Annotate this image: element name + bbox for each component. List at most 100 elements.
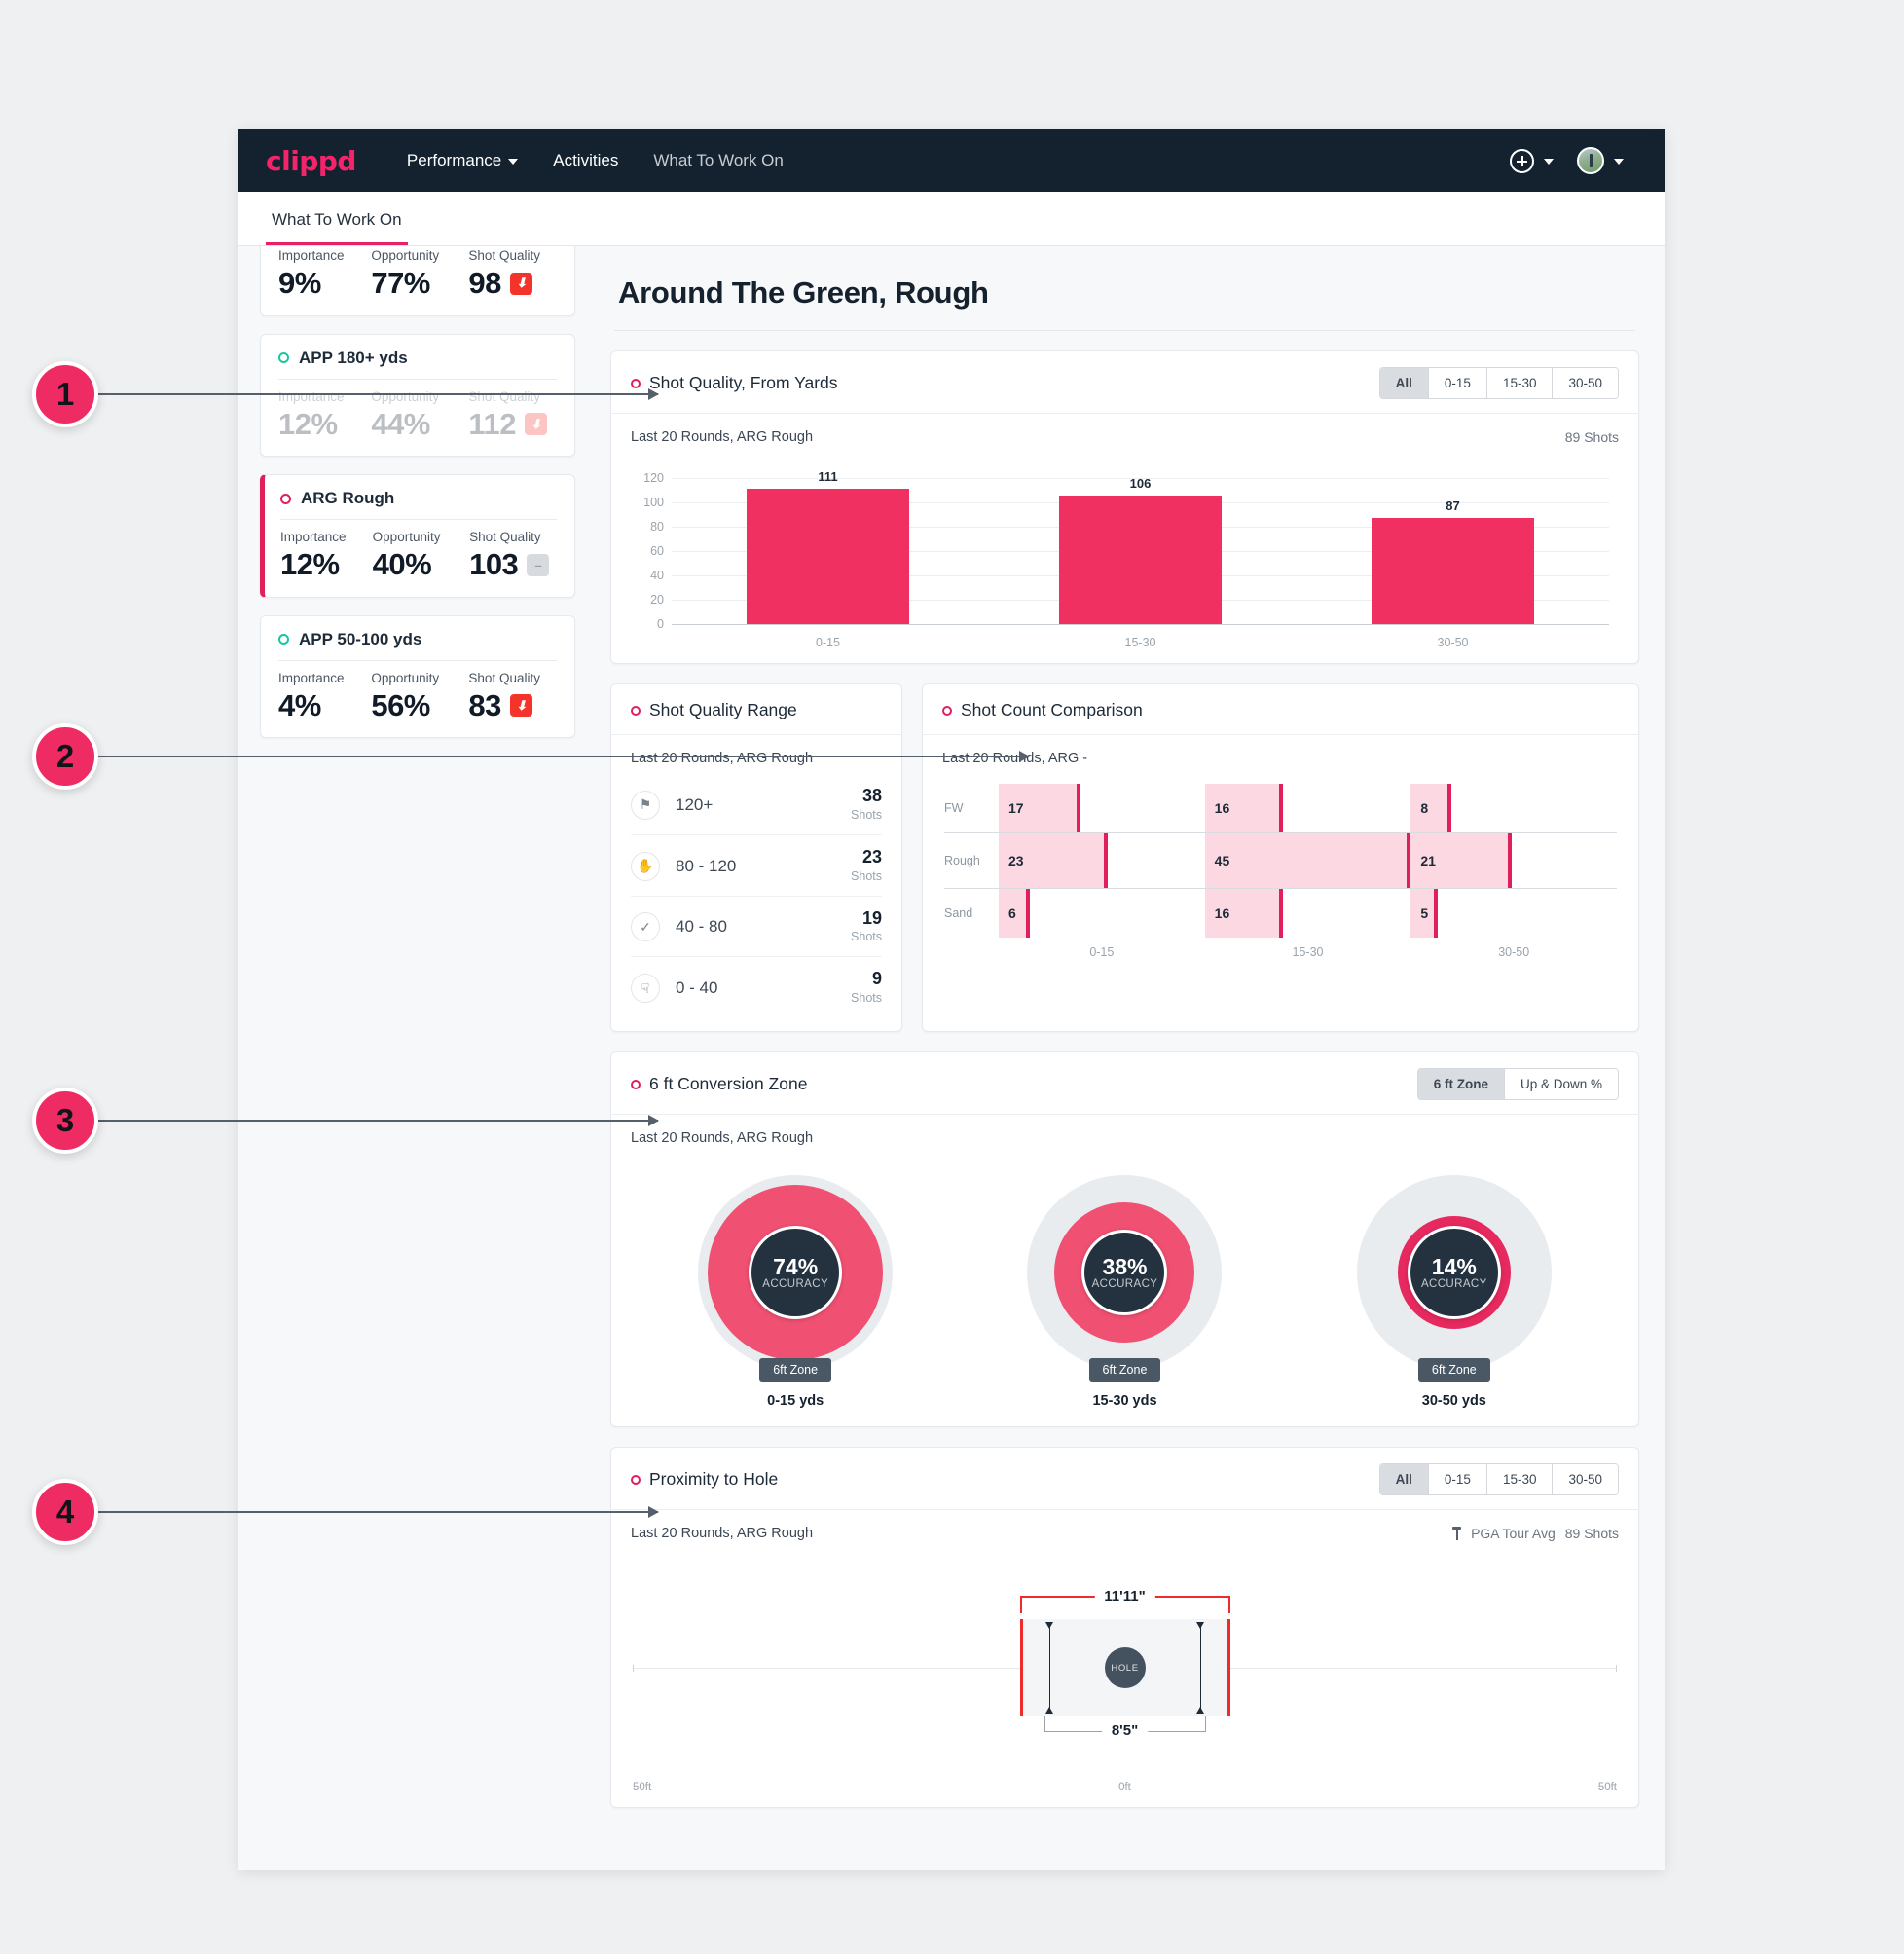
detail-column: Around The Green, Rough Shot Quality, Fr…	[597, 246, 1665, 1870]
scc-value: 6	[1008, 905, 1016, 921]
donut-sublabel: ACCURACY	[1091, 1278, 1158, 1291]
bar-value-label: 106	[1129, 475, 1152, 491]
panel-subtitle-row: Last 20 Rounds, ARG -	[923, 735, 1638, 772]
priority-card-arg-rough[interactable]: ARG Rough Importance 12% Opportunity 40%…	[260, 474, 575, 598]
bar-30-50[interactable]: 87	[1372, 498, 1534, 624]
scc-cell-rough-0-15[interactable]: 23	[999, 833, 1205, 888]
scc-cell-fw-15-30[interactable]: 16	[1204, 784, 1411, 832]
scc-cell-rough-30-50[interactable]: 21	[1410, 833, 1617, 888]
panel-title: Shot Quality Range	[649, 700, 797, 719]
filter-15-30[interactable]: 15-30	[1485, 368, 1553, 398]
trend-flat-icon: –	[527, 553, 550, 576]
range-count: 19	[861, 907, 882, 928]
inner-dimension-line-left	[1044, 1622, 1053, 1714]
scc-row-fw: FW 17 16 8	[944, 784, 1617, 832]
donut-graphic[interactable]: 14% ACCURACY	[1356, 1175, 1552, 1371]
donut-30-50: 14% ACCURACY 6ft Zone 30-50 yds	[1290, 1175, 1619, 1409]
nav-item-performance[interactable]: Performance	[406, 151, 519, 170]
proximity-filter-segmented-control: All 0-15 15-30 30-50	[1378, 1463, 1619, 1496]
metric-value-wrap: 77%	[371, 267, 468, 300]
list-item[interactable]: ✓ 40 - 80 19 Shots	[631, 897, 882, 958]
range-count-wrap: 9 Shots	[851, 970, 882, 1007]
bar-value-label: 111	[818, 469, 838, 485]
panel-header: 6 ft Conversion Zone 6 ft Zone Up & Down…	[611, 1052, 1638, 1114]
metric-importance: Importance 12%	[280, 530, 373, 581]
donut-graphic[interactable]: 38% ACCURACY	[1027, 1175, 1223, 1371]
scc-cell-sand-15-30[interactable]: 16	[1204, 889, 1411, 938]
donut-caption: 30-50 yds	[1421, 1393, 1486, 1410]
range-count-wrap: 19 Shots	[851, 907, 882, 946]
bar-slot-0-15: 111	[672, 469, 984, 624]
conversion-zone-segmented-control: 6 ft Zone Up & Down %	[1416, 1068, 1619, 1101]
priority-card-metrics: Importance 12% Opportunity 40% Shot Qual…	[280, 530, 557, 581]
panel-proximity-to-hole: Proximity to Hole All 0-15 15-30 30-50 L…	[610, 1447, 1639, 1809]
divider	[614, 330, 1635, 331]
scc-x-axis: 0-15 15-30 30-50	[944, 945, 1617, 959]
donut-sublabel: ACCURACY	[1420, 1278, 1487, 1291]
screenshot-root: clippd Performance Activities What To Wo…	[0, 0, 1904, 1954]
avatar[interactable]	[1577, 147, 1604, 174]
profile-chevron-down-icon[interactable]	[1614, 159, 1624, 165]
filter-30-50[interactable]: 30-50	[1552, 368, 1618, 398]
filter-15-30[interactable]: 15-30	[1485, 1464, 1553, 1495]
panel-subtitle-row: Last 20 Rounds, ARG Rough PGA Tour Avg 8…	[611, 1510, 1638, 1547]
bar-0-15[interactable]: 111	[747, 469, 909, 624]
filter-0-15[interactable]: 0-15	[1427, 368, 1486, 398]
tab-what-to-work-on[interactable]: What To Work On	[266, 210, 408, 245]
metric-value-wrap: 98 ⬇	[468, 267, 557, 300]
donut-tag: 6ft Zone	[759, 1358, 832, 1383]
add-chevron-down-icon[interactable]	[1544, 159, 1554, 165]
priority-card-app-50-100[interactable]: APP 50-100 yds Importance 4% Opportunity	[260, 614, 575, 739]
scc-value: 16	[1214, 800, 1230, 816]
panel-title-row: Shot Quality, From Yards	[631, 373, 838, 393]
priority-card-top-partial[interactable]: Importance 9% Opportunity 77% Shot Quali…	[260, 246, 575, 316]
scc-cell-fw-30-50[interactable]: 8	[1410, 784, 1617, 832]
filter-up-and-down[interactable]: Up & Down %	[1503, 1069, 1618, 1100]
scc-cell-sand-0-15[interactable]: 6	[999, 889, 1205, 938]
list-item[interactable]: ✋ 80 - 120 23 Shots	[631, 835, 882, 897]
thumbs-down-icon: ☟	[631, 974, 660, 1004]
metric-shot-quality: Shot Quality 83 ⬇	[468, 671, 557, 722]
axis-tick-left: 50ft	[633, 1782, 652, 1794]
add-plus-icon[interactable]	[1510, 148, 1534, 173]
golf-tee-icon	[1452, 1527, 1462, 1541]
filter-all[interactable]: All	[1379, 368, 1428, 398]
panel-header: Shot Quality, From Yards All 0-15 15-30 …	[611, 351, 1638, 413]
yardage-filter-segmented-control: All 0-15 15-30 30-50	[1378, 367, 1619, 399]
donut-15-30: 38% ACCURACY 6ft Zone 15-30 yds	[960, 1175, 1289, 1409]
scc-cell-fw-0-15[interactable]: 17	[999, 784, 1205, 832]
proximity-diagram: 11'11" HOLE 8'5"	[633, 1553, 1617, 1782]
metric-value: 56%	[371, 687, 430, 722]
list-item[interactable]: ☟ 0 - 40 9 Shots	[631, 957, 882, 1017]
priority-card-title-row: APP 50-100 yds	[278, 630, 557, 660]
scc-cells: 17 16 8	[999, 784, 1617, 832]
donut-graphic[interactable]: 74% ACCURACY	[698, 1175, 894, 1371]
metric-label: Opportunity	[371, 670, 440, 685]
conversion-donut-group: 74% ACCURACY 6ft Zone 0-15 yds 38% ACCUR…	[611, 1152, 1638, 1426]
filter-all[interactable]: All	[1379, 1464, 1428, 1495]
range-label: 0 - 40	[676, 978, 718, 998]
nav-performance-label: Performance	[406, 151, 502, 169]
bar-value-label: 87	[1446, 498, 1460, 514]
priority-card-title-row: ARG Rough	[280, 489, 557, 519]
box-edge-right	[1227, 1619, 1230, 1717]
shot-count-comparison-chart: FW 17 16 8 Rough 23 45 21 Sand 6 16 5 0-…	[944, 784, 1617, 959]
scc-row-sand: Sand 6 16 5	[944, 889, 1617, 938]
page-body: Importance 9% Opportunity 77% Shot Quali…	[238, 246, 1665, 1870]
range-label: 40 - 80	[676, 917, 727, 937]
metric-label: Importance	[278, 670, 345, 685]
trend-down-icon: ⬇	[509, 272, 532, 295]
scc-cell-sand-30-50[interactable]: 5	[1410, 889, 1617, 938]
bar-15-30[interactable]: 106	[1059, 476, 1222, 624]
filter-0-15[interactable]: 0-15	[1427, 1464, 1486, 1495]
donut-value: 38%	[1102, 1254, 1148, 1280]
page-title: Around The Green, Rough	[618, 276, 989, 310]
bar-slot-30-50: 87	[1297, 478, 1609, 624]
filter-6ft-zone[interactable]: 6 ft Zone	[1417, 1069, 1504, 1100]
clippd-logo[interactable]: clippd	[266, 145, 356, 177]
nav-item-activities[interactable]: Activities	[553, 151, 618, 170]
scc-y-label-sand: Sand	[944, 906, 973, 920]
scc-cell-rough-15-30[interactable]: 45	[1204, 833, 1411, 888]
nav-item-what-to-work-on[interactable]: What To Work On	[653, 151, 784, 170]
filter-30-50[interactable]: 30-50	[1552, 1464, 1618, 1495]
